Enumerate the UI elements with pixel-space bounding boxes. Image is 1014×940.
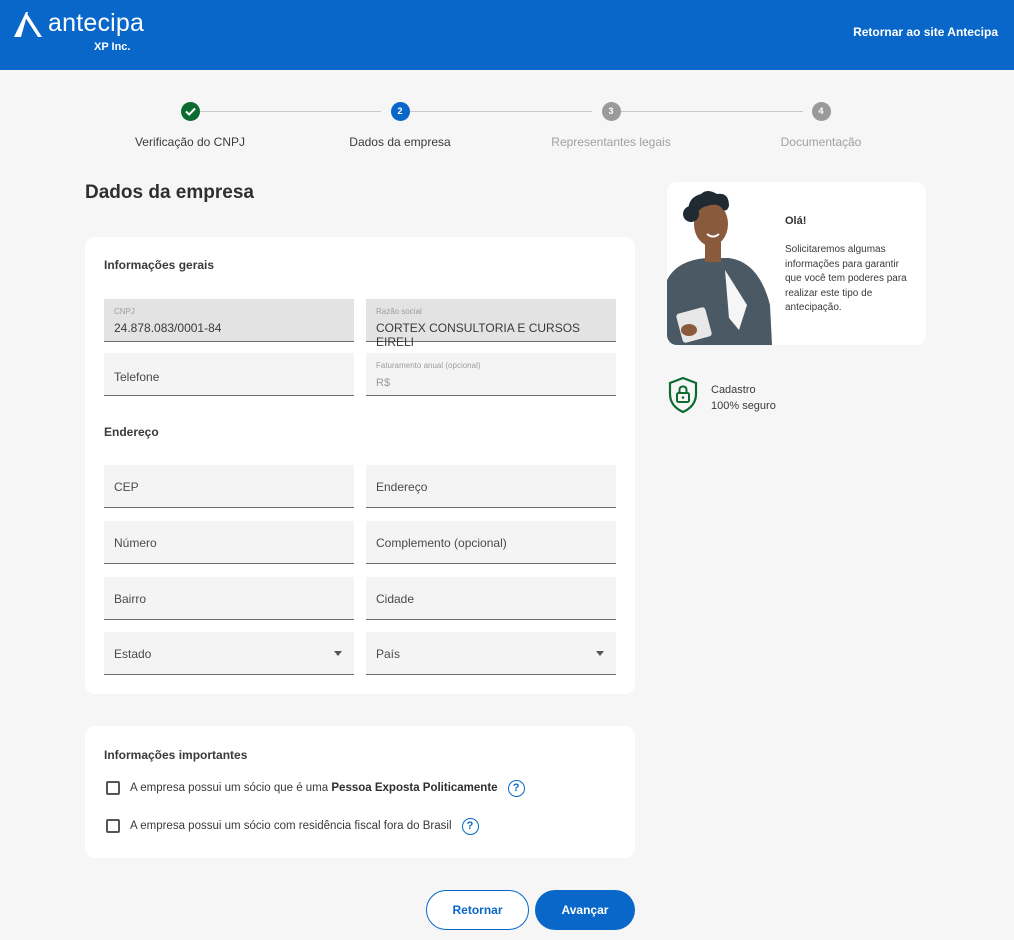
cnpj-field: CNPJ 24.878.083/0001-84: [104, 299, 354, 342]
important-info-title: Informações importantes: [104, 748, 248, 762]
cep-field[interactable]: CEP: [104, 465, 354, 508]
razao-social-label: Razão social: [376, 307, 422, 316]
cnpj-value: 24.878.083/0001-84: [114, 321, 222, 335]
step-2: 2 Dados da empresa: [290, 100, 510, 149]
step-2-number: 2: [390, 102, 410, 121]
estado-select[interactable]: Estado: [104, 632, 354, 675]
pep-label-text: A empresa possui um sócio que é uma: [130, 782, 329, 794]
progress-stepper: Verificação do CNPJ 2 Dados da empresa 3…: [0, 100, 1014, 160]
logo-text: antecipa: [48, 9, 145, 37]
person-illustration-icon: [667, 191, 772, 345]
numero-placeholder: Número: [114, 536, 157, 550]
company-data-card: Informações gerais CNPJ 24.878.083/0001-…: [85, 237, 635, 694]
important-info-card: Informações importantes A empresa possui…: [85, 726, 635, 858]
help-icon[interactable]: ?: [507, 779, 525, 797]
welcome-title: Olá!: [785, 215, 807, 227]
foreign-tax-checkbox[interactable]: [106, 819, 120, 833]
telefone-placeholder: Telefone: [114, 370, 160, 384]
razao-social-value: CORTEX CONSULTORIA E CURSOS EIRELI: [376, 321, 581, 349]
step-1-label: Verificação do CNPJ: [134, 135, 246, 149]
cnpj-label: CNPJ: [114, 307, 135, 316]
pep-checkbox[interactable]: [106, 781, 120, 795]
secure-badge: Cadastro 100% seguro: [667, 376, 867, 416]
secure-text: Cadastro 100% seguro: [711, 382, 776, 414]
step-3: 3 Representantes legais: [501, 100, 721, 149]
logo-subtext: XP Inc.: [94, 41, 131, 53]
bairro-placeholder: Bairro: [114, 592, 147, 606]
bairro-field[interactable]: Bairro: [104, 577, 354, 620]
pep-label-bold: Pessoa Exposta Politicamente: [331, 782, 498, 794]
complemento-field[interactable]: Complemento (opcional): [366, 521, 616, 564]
faturamento-label: Faturamento anual (opcional): [376, 361, 481, 370]
estado-placeholder: Estado: [114, 647, 152, 661]
pep-checkbox-row[interactable]: A empresa possui um sócio que é uma Pess…: [106, 779, 525, 797]
step-4-label: Documentação: [780, 135, 862, 149]
address-title: Endereço: [104, 425, 159, 439]
numero-field[interactable]: Número: [104, 521, 354, 564]
top-header: antecipa XP Inc. Retornar ao site Anteci…: [0, 0, 1014, 70]
step-1-check-icon: [180, 102, 200, 121]
cidade-placeholder: Cidade: [376, 592, 415, 606]
faturamento-prefix: R$: [376, 377, 391, 389]
foreign-tax-checkbox-label: A empresa possui um sócio com residência…: [130, 820, 452, 832]
step-3-label: Representantes legais: [551, 135, 671, 149]
antecipa-logo[interactable]: antecipa XP Inc.: [12, 7, 162, 57]
chevron-down-icon: [596, 651, 604, 656]
pais-placeholder: País: [376, 647, 401, 661]
telefone-field[interactable]: Telefone: [104, 353, 354, 396]
pais-select[interactable]: País: [366, 632, 616, 675]
endereco-field[interactable]: Endereço: [366, 465, 616, 508]
step-1: Verificação do CNPJ: [80, 100, 300, 149]
step-4: 4 Documentação: [711, 100, 931, 149]
step-2-label: Dados da empresa: [349, 135, 451, 149]
shield-lock-icon: [668, 376, 698, 414]
faturamento-field[interactable]: Faturamento anual (opcional) R$: [366, 353, 616, 396]
razao-social-field: Razão social CORTEX CONSULTORIA E CURSOS…: [366, 299, 616, 349]
secure-line-2: 100% seguro: [711, 400, 776, 412]
help-icon[interactable]: ?: [461, 817, 479, 835]
complemento-placeholder: Complemento (opcional): [376, 536, 507, 550]
pep-checkbox-label: A empresa possui um sócio que é uma Pess…: [130, 782, 498, 794]
cidade-field[interactable]: Cidade: [366, 577, 616, 620]
step-4-number: 4: [811, 102, 831, 121]
welcome-card: Olá! Solicitaremos algumas informações p…: [667, 182, 926, 345]
secure-line-1: Cadastro: [711, 384, 756, 396]
foreign-tax-checkbox-row[interactable]: A empresa possui um sócio com residência…: [106, 817, 479, 835]
page-title: Dados da empresa: [85, 182, 254, 203]
step-3-number: 3: [601, 102, 621, 121]
return-to-site-link[interactable]: Retornar ao site Antecipa: [853, 25, 998, 39]
cep-placeholder: CEP: [114, 480, 139, 494]
antecipa-logo-icon: [14, 12, 42, 37]
general-info-title: Informações gerais: [104, 258, 215, 272]
chevron-down-icon: [334, 651, 342, 656]
back-button[interactable]: Retornar: [426, 890, 529, 930]
next-button[interactable]: Avançar: [535, 890, 635, 930]
welcome-text: Solicitaremos algumas informações para g…: [785, 244, 907, 313]
endereco-placeholder: Endereço: [376, 480, 428, 494]
